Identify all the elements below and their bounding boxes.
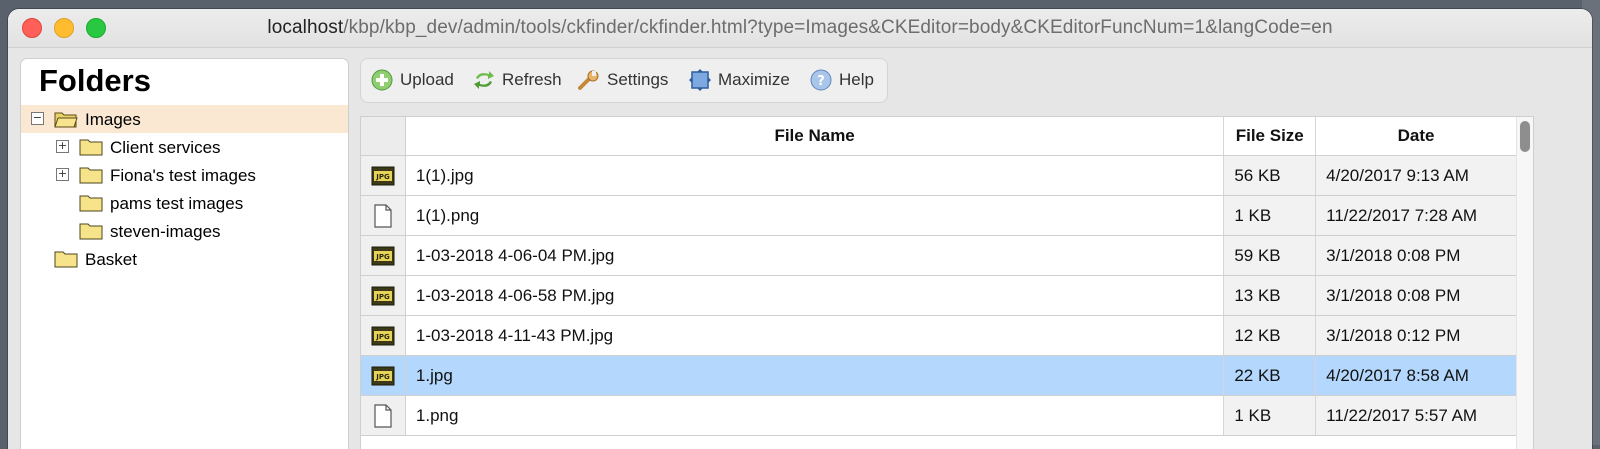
file-list-panel: File Name File Size Date JPG 1(1).jpg 56… (360, 116, 1534, 449)
settings-label: Settings (607, 70, 669, 89)
file-date: 3/1/2018 0:08 PM (1315, 275, 1517, 316)
file-date: 4/20/2017 8:58 AM (1315, 355, 1517, 396)
help-label: Help (839, 70, 874, 89)
jpg-file-icon: JPG (371, 166, 395, 185)
folder-basket[interactable]: Basket (21, 245, 348, 273)
refresh-label: Refresh (502, 70, 562, 89)
refresh-icon (474, 71, 494, 89)
blank-file-icon (374, 203, 392, 228)
folder-icon (79, 223, 103, 240)
table-row[interactable]: 1.png 1 KB 11/22/2017 5:57 AM (361, 395, 1517, 436)
icon-cell: JPG (361, 315, 406, 356)
file-date: 11/22/2017 7:28 AM (1315, 195, 1517, 236)
folder-pams-test-images[interactable]: pams test images (21, 189, 348, 217)
file-name: 1(1).png (405, 195, 1225, 236)
file-name: 1-03-2018 4-06-58 PM.jpg (405, 275, 1225, 316)
folders-title: Folders (39, 63, 151, 98)
date-header[interactable]: Date (1315, 117, 1517, 156)
folder-icon (79, 195, 103, 212)
file-name: 1(1).jpg (405, 155, 1225, 196)
icon-cell: JPG (361, 275, 406, 316)
folder-label: pams test images (110, 194, 244, 213)
file-size: 56 KB (1223, 155, 1317, 196)
table-row[interactable]: JPG 1-03-2018 4-06-58 PM.jpg 13 KB 3/1/2… (361, 275, 1517, 316)
svg-text:JPG: JPG (375, 253, 390, 261)
toolbar: Upload Refresh Settings Maximize ? Help (360, 58, 888, 103)
upload-label: Upload (400, 70, 454, 89)
expand-toggle[interactable]: + (56, 168, 69, 181)
table-row[interactable]: JPG 1-03-2018 4-06-04 PM.jpg 59 KB 3/1/2… (361, 235, 1517, 276)
open-folder-icon (54, 112, 78, 128)
svg-text:JPG: JPG (375, 373, 390, 381)
maximize-icon (689, 69, 711, 91)
file-date: 4/20/2017 9:13 AM (1315, 155, 1517, 196)
file-name: 1-03-2018 4-06-04 PM.jpg (405, 235, 1225, 276)
file-size: 13 KB (1223, 275, 1317, 316)
svg-text:JPG: JPG (375, 333, 390, 341)
table-row[interactable]: 1(1).png 1 KB 11/22/2017 7:28 AM (361, 195, 1517, 236)
file-name-header[interactable]: File Name (405, 117, 1225, 156)
file-date: 3/1/2018 0:12 PM (1315, 315, 1517, 356)
file-size-header[interactable]: File Size (1223, 117, 1317, 156)
folder-label: Client services (110, 138, 221, 157)
svg-text:JPG: JPG (375, 293, 390, 301)
jpg-file-icon: JPG (371, 286, 395, 305)
maximize-label: Maximize (718, 70, 790, 89)
url-display: localhost/kbp/kbp_dev/admin/tools/ckfind… (8, 17, 1592, 39)
file-size: 22 KB (1223, 355, 1317, 396)
folders-panel: Folders − Images + Client services + Fio… (20, 58, 349, 449)
svg-text:JPG: JPG (375, 173, 390, 181)
folder-icon (54, 251, 78, 268)
folder-label: Images (85, 110, 141, 129)
folder-client-services[interactable]: + Client services (21, 133, 348, 161)
browser-window: localhost/kbp/kbp_dev/admin/tools/ckfind… (8, 9, 1592, 449)
table-row[interactable]: JPG 1(1).jpg 56 KB 4/20/2017 9:13 AM (361, 155, 1517, 196)
icon-column-header (361, 117, 406, 156)
folder-label: Basket (85, 250, 137, 269)
folder-label: Fiona's test images (110, 166, 256, 185)
file-date: 11/22/2017 5:57 AM (1315, 395, 1517, 436)
jpg-file-icon: JPG (371, 366, 395, 385)
file-name: 1.jpg (405, 355, 1225, 396)
file-name: 1-03-2018 4-11-43 PM.jpg (405, 315, 1225, 356)
plus-circle-icon (371, 69, 393, 91)
vertical-scrollbar[interactable] (1516, 117, 1533, 449)
file-date: 3/1/2018 0:08 PM (1315, 235, 1517, 276)
folder-label: steven-images (110, 222, 221, 241)
file-name: 1.png (405, 395, 1225, 436)
blank-file-icon (374, 403, 392, 428)
url-host: localhost (267, 17, 344, 38)
svg-text:?: ? (817, 74, 825, 89)
icon-cell (361, 395, 406, 436)
folder-steven-images[interactable]: steven-images (21, 217, 348, 245)
expand-toggle[interactable]: + (56, 140, 69, 153)
help-icon: ? (810, 69, 832, 91)
file-size: 59 KB (1223, 235, 1317, 276)
file-size: 12 KB (1223, 315, 1317, 356)
file-size: 1 KB (1223, 395, 1317, 436)
icon-cell (361, 195, 406, 236)
wrench-icon (578, 70, 599, 90)
folder-fionas-test-images[interactable]: + Fiona's test images (21, 161, 348, 189)
table-row-selected[interactable]: JPG 1.jpg 22 KB 4/20/2017 8:58 AM (361, 355, 1517, 396)
jpg-file-icon: JPG (371, 246, 395, 265)
file-table: File Name File Size Date JPG 1(1).jpg 56… (361, 117, 1517, 436)
icon-cell: JPG (361, 155, 406, 196)
url-path: /kbp/kbp_dev/admin/tools/ckfinder/ckfind… (343, 17, 1333, 38)
icon-cell: JPG (361, 235, 406, 276)
collapse-toggle[interactable]: − (31, 112, 44, 125)
folder-icon (79, 139, 103, 156)
scrollbar-thumb[interactable] (1520, 121, 1530, 152)
folder-images[interactable]: − Images (21, 105, 348, 133)
table-header-row: File Name File Size Date (361, 117, 1517, 156)
folder-icon (79, 167, 103, 184)
table-row[interactable]: JPG 1-03-2018 4-11-43 PM.jpg 12 KB 3/1/2… (361, 315, 1517, 356)
file-size: 1 KB (1223, 195, 1317, 236)
title-bar: localhost/kbp/kbp_dev/admin/tools/ckfind… (8, 9, 1592, 48)
jpg-file-icon: JPG (371, 326, 395, 345)
icon-cell: JPG (361, 355, 406, 396)
